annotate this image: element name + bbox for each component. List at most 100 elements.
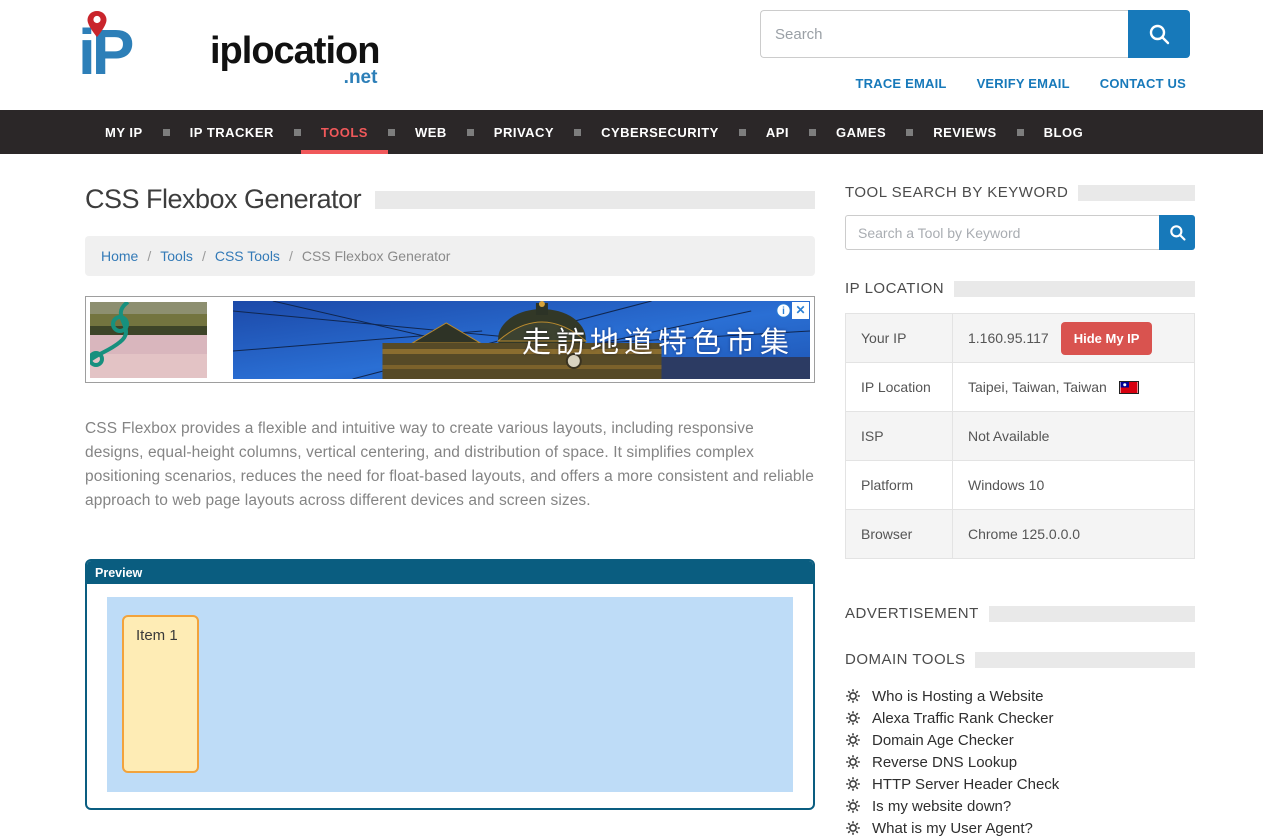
nav-item-ip-tracker[interactable]: IP TRACKER [170,110,294,154]
advertisement-heading-row: ADVERTISEMENT [845,605,1195,622]
preview-panel-body: Item 1 [87,584,813,808]
logo-text: iplocation .net [210,30,379,73]
row-label: Browser [846,510,953,559]
isp-value: Not Available [953,412,1195,461]
ad-close-icon[interactable]: ✕ [792,302,809,319]
nav-item-games[interactable]: GAMES [816,110,906,154]
nav-separator [574,129,581,136]
nav-separator [1017,129,1024,136]
table-row: Platform Windows 10 [846,461,1195,510]
row-label: Your IP [846,314,953,363]
tool-link: Reverse DNS Lookup [872,754,1017,771]
main-nav: MY IP IP TRACKER TOOLS WEB PRIVACY CYBER… [0,110,1263,154]
preview-panel: Preview Item 1 [85,559,815,810]
list-item[interactable]: Alexa Traffic Rank Checker [845,707,1195,729]
breadcrumb-separator: / [202,248,206,264]
breadcrumb: Home / Tools / CSS Tools / CSS Flexbox G… [85,236,815,276]
list-item[interactable]: Is my website down? [845,795,1195,817]
heading-decorative-bar [989,606,1195,622]
domain-tools-heading: DOMAIN TOOLS [845,651,965,668]
tool-search-button[interactable] [1159,215,1195,250]
nav-item-privacy[interactable]: PRIVACY [474,110,574,154]
nav-item-cybersecurity[interactable]: CYBERSECURITY [581,110,739,154]
row-value-cell: Taipei, Taiwan, Taiwan [953,363,1195,412]
breadcrumb-tools[interactable]: Tools [160,248,193,264]
site-logo[interactable]: iP iplocation .net [78,12,379,92]
title-decorative-bar [375,191,815,209]
search-button[interactable] [1128,10,1190,58]
header-search [760,10,1190,58]
verify-email-link[interactable]: VERIFY EMAIL [977,76,1070,91]
tool-link: Domain Age Checker [872,732,1014,749]
ip-location-table: Your IP 1.160.95.117 Hide My IP IP Locat… [845,313,1195,559]
page: iP iplocation .net TRACE EMAIL VERIFY EM… [0,0,1263,840]
ip-location-value: Taipei, Taiwan, Taiwan [968,379,1107,395]
site-header: iP iplocation .net TRACE EMAIL VERIFY EM… [0,0,1263,110]
nav-item-api[interactable]: API [746,110,809,154]
tool-search-heading-row: TOOL SEARCH BY KEYWORD [845,184,1195,201]
nav-item-reviews[interactable]: REVIEWS [913,110,1016,154]
tool-search-heading: TOOL SEARCH BY KEYWORD [845,184,1068,201]
domain-tools-list: Who is Hosting a Website Alexa Traffic R… [845,685,1195,839]
tool-link: Alexa Traffic Rank Checker [872,710,1053,727]
nav-separator [809,129,816,136]
heading-decorative-bar [975,652,1195,668]
nav-separator [294,129,301,136]
tool-search-input[interactable] [845,215,1159,250]
ad-controls: i ✕ [775,302,809,319]
table-row: Your IP 1.160.95.117 Hide My IP [846,314,1195,363]
platform-value: Windows 10 [953,461,1195,510]
row-label: IP Location [846,363,953,412]
your-ip-value: 1.160.95.117 [968,330,1049,346]
breadcrumb-current: CSS Flexbox Generator [302,248,451,264]
advertisement-heading: ADVERTISEMENT [845,605,979,622]
gear-icon [845,754,861,770]
breadcrumb-home[interactable]: Home [101,248,138,264]
sidebar: TOOL SEARCH BY KEYWORD IP LOCATION [845,182,1195,839]
ad-info-icon[interactable]: i [777,303,791,317]
nav-separator [906,129,913,136]
nav-item-my-ip[interactable]: MY IP [85,110,163,154]
breadcrumb-separator: / [289,248,293,264]
header-links: TRACE EMAIL VERIFY EMAIL CONTACT US [856,76,1186,91]
domain-tools-heading-row: DOMAIN TOOLS [845,651,1195,668]
list-item[interactable]: What is my User Agent? [845,817,1195,839]
tool-search [845,215,1195,250]
title-row: CSS Flexbox Generator [85,184,815,215]
table-row: ISP Not Available [846,412,1195,461]
nav-separator [467,129,474,136]
ip-location-heading-row: IP LOCATION [845,280,1195,297]
list-item[interactable]: HTTP Server Header Check [845,773,1195,795]
logo-mark: iP [78,12,208,92]
nav-item-tools[interactable]: TOOLS [301,110,388,154]
ad-banner[interactable]: 走訪地道特色市集 i ✕ [85,296,815,383]
nav-separator [163,129,170,136]
contact-us-link[interactable]: CONTACT US [1100,76,1186,91]
nav-separator [739,129,746,136]
ad-headline-text: 走訪地道特色市集 [522,319,794,361]
gear-icon [845,776,861,792]
breadcrumb-css-tools[interactable]: CSS Tools [215,248,280,264]
hide-my-ip-button[interactable]: Hide My IP [1061,322,1153,355]
heading-decorative-bar [1078,185,1195,201]
tool-link: What is my User Agent? [872,820,1033,837]
list-item[interactable]: Reverse DNS Lookup [845,751,1195,773]
search-icon [1148,23,1170,45]
search-icon [1169,224,1186,241]
trace-email-link[interactable]: TRACE EMAIL [856,76,947,91]
row-label: Platform [846,461,953,510]
flex-item-1[interactable]: Item 1 [122,615,199,773]
gear-icon [845,820,861,836]
list-item[interactable]: Who is Hosting a Website [845,685,1195,707]
nav-item-blog[interactable]: BLOG [1024,110,1104,154]
breadcrumb-separator: / [147,248,151,264]
page-title: CSS Flexbox Generator [85,184,361,215]
list-item[interactable]: Domain Age Checker [845,729,1195,751]
content-area: CSS Flexbox Generator Home / Tools / CSS… [0,154,1263,839]
search-input[interactable] [760,10,1128,58]
gear-icon [845,688,861,704]
gear-icon [845,710,861,726]
nav-item-web[interactable]: WEB [395,110,467,154]
tool-description: CSS Flexbox provides a flexible and intu… [85,417,815,513]
ad-left-photo [90,302,207,378]
